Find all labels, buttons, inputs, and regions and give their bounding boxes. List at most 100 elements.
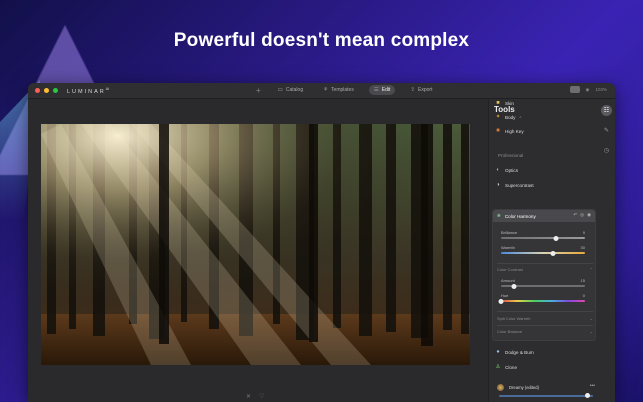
templates-icon: ⚘	[323, 87, 329, 93]
dodge-icon: ●	[496, 349, 500, 355]
split-color-warmth-label: Split Color Warmth	[497, 316, 531, 321]
toggle-icon[interactable]: ◉	[587, 212, 591, 218]
brilliance-label: Brilliance	[501, 230, 518, 235]
zoom-window-button[interactable]	[53, 88, 58, 93]
color-balance-label: Color Balance	[497, 329, 523, 334]
warmth-knob[interactable]	[550, 250, 556, 256]
tool-body[interactable]: ✦ Body ᴬ	[495, 114, 522, 120]
more-icon[interactable]: •••	[590, 383, 595, 389]
color-balance-header[interactable]: Color Balance ⌄	[497, 329, 593, 334]
favorite-icon[interactable]: ♡	[259, 393, 264, 400]
add-icon[interactable]: +	[256, 86, 261, 95]
tab-edit[interactable]: ☰ Edit	[368, 85, 396, 95]
divider	[497, 325, 593, 326]
hue-label: Hue	[501, 293, 509, 298]
eye-icon[interactable]: ◉	[586, 87, 590, 93]
tab-catalog[interactable]: ▭ Catalog	[273, 85, 308, 95]
tool-skin-label: Skin	[505, 100, 514, 106]
tool-clone[interactable]: ♙ Clone	[495, 364, 517, 370]
amount-knob[interactable]	[511, 283, 517, 289]
tools-title: Tools	[494, 105, 515, 114]
brush-icon[interactable]: ✎	[601, 125, 612, 136]
amount-label: Amount	[501, 278, 515, 283]
tab-catalog-label: Catalog	[285, 87, 304, 93]
tool-clone-label: Clone	[505, 364, 518, 370]
slider-hue: Hue 0	[498, 293, 585, 304]
window-controls	[35, 88, 58, 93]
preset-strip: Dreamy (edited) •••	[493, 382, 597, 402]
hue-value: 0	[582, 293, 585, 298]
supercontrast-icon: ◑	[496, 182, 500, 188]
slider-warmth: Warmth 30	[501, 245, 585, 256]
top-nav: + ▭ Catalog ⚘ Templates ☰ Edit ⇪ Export	[256, 85, 437, 95]
tab-templates-label: Templates	[331, 87, 354, 93]
adjust-icon[interactable]: ☷	[601, 105, 612, 116]
app-name: LUMINAR	[67, 88, 106, 95]
app-window: LUMINARAI + ▭ Catalog ⚘ Templates ☰ Edit ⇪ E…	[28, 83, 615, 402]
color-harmony-title: Color Harmony	[504, 213, 536, 219]
split-color-warmth-header[interactable]: Split Color Warmth ⌄	[497, 316, 593, 321]
chevron-down-icon: ⌄	[589, 329, 593, 334]
tool-supercontrast-label: Supercontrast	[505, 182, 534, 188]
canvas-area: ✕ ♡	[28, 99, 488, 402]
divider	[497, 263, 593, 264]
close-window-button[interactable]	[35, 88, 40, 93]
tool-optics[interactable]: ◐ Optics	[495, 167, 518, 173]
title-bar: LUMINARAI + ▭ Catalog ⚘ Templates ☰ Edit ⇪ E…	[28, 83, 615, 99]
tab-export-label: Export	[418, 87, 433, 93]
preset-thumbnail[interactable]	[497, 384, 504, 391]
tab-templates[interactable]: ⚘ Templates	[318, 85, 359, 95]
preset-amount-knob[interactable]	[585, 393, 590, 398]
tool-body-label: Body	[505, 114, 516, 120]
brilliance-track[interactable]	[501, 235, 585, 241]
tab-edit-label: Edit	[381, 87, 391, 93]
preset-amount-track[interactable]	[499, 395, 593, 397]
page-headline: Powerful doesn't mean complex	[173, 30, 470, 51]
tool-dodge-burn-label: Dodge & Burn	[505, 349, 534, 355]
tab-export[interactable]: ⇪ Export	[405, 85, 437, 95]
hue-track[interactable]	[498, 298, 585, 304]
visibility-icon[interactable]: ◎	[580, 212, 584, 218]
export-icon: ⇪	[410, 87, 416, 93]
app-logo: LUMINARAI	[67, 87, 109, 95]
zoom-level[interactable]: 103%	[595, 87, 607, 92]
tool-optics-label: Optics	[505, 167, 519, 173]
color-contrast-label: Color Contrast	[497, 267, 523, 272]
amount-track[interactable]	[501, 283, 585, 289]
sliders-icon: ☰	[373, 87, 379, 93]
brilliance-knob[interactable]	[553, 235, 559, 241]
reset-icon[interactable]: ✕	[246, 393, 251, 400]
highkey-icon: ✸	[495, 128, 501, 134]
warmth-track[interactable]	[501, 250, 585, 256]
slider-amount: Amount 15	[501, 278, 585, 289]
tool-supercontrast[interactable]: ◑ Supercontrast	[495, 182, 534, 188]
compare-icon[interactable]	[569, 86, 580, 93]
toolbar-right: ◉ 103%	[569, 86, 607, 93]
undo-icon[interactable]: ↶	[573, 212, 577, 218]
color-harmony-header[interactable]: ❋ Color Harmony ↶ ◎ ◉	[493, 210, 595, 222]
color-harmony-card: ❋ Color Harmony ↶ ◎ ◉ Brilliance 9 Warmth…	[492, 209, 596, 341]
tool-skin[interactable]: ■ Skin	[495, 100, 514, 106]
color-contrast-header[interactable]: Color Contrast ⌃	[497, 267, 593, 272]
app-version-mark: AI	[105, 86, 110, 91]
divider	[497, 311, 593, 312]
hue-knob[interactable]	[498, 298, 504, 304]
history-icon[interactable]: ◷	[601, 145, 612, 156]
amount-value: 15	[580, 278, 585, 283]
forest-photo-art	[41, 124, 470, 365]
forest-photo[interactable]	[41, 124, 470, 365]
tools-panel: Tools ☷ ✎ ◷ ■ Skin ✦ Body ᴬ ✸ High Key P…	[488, 99, 615, 402]
harmony-actions: ↶ ◎ ◉	[573, 212, 591, 218]
chevron-down-icon: ⌄	[589, 316, 593, 321]
slider-brilliance: Brilliance 9	[501, 230, 585, 241]
preset-label: Dreamy (edited)	[509, 385, 540, 390]
minimize-window-button[interactable]	[44, 88, 49, 93]
tool-dodge-burn[interactable]: ● Dodge & Burn	[495, 349, 534, 355]
tool-high-key[interactable]: ✸ High Key	[495, 128, 524, 134]
canvas-footer-controls: ✕ ♡	[246, 393, 264, 400]
optics-icon: ◐	[496, 167, 500, 173]
warmth-label: Warmth	[501, 245, 515, 250]
warmth-value: 30	[580, 245, 585, 250]
body-badge-icon: ᴬ	[519, 114, 522, 120]
chevron-up-icon: ⌃	[589, 267, 593, 272]
